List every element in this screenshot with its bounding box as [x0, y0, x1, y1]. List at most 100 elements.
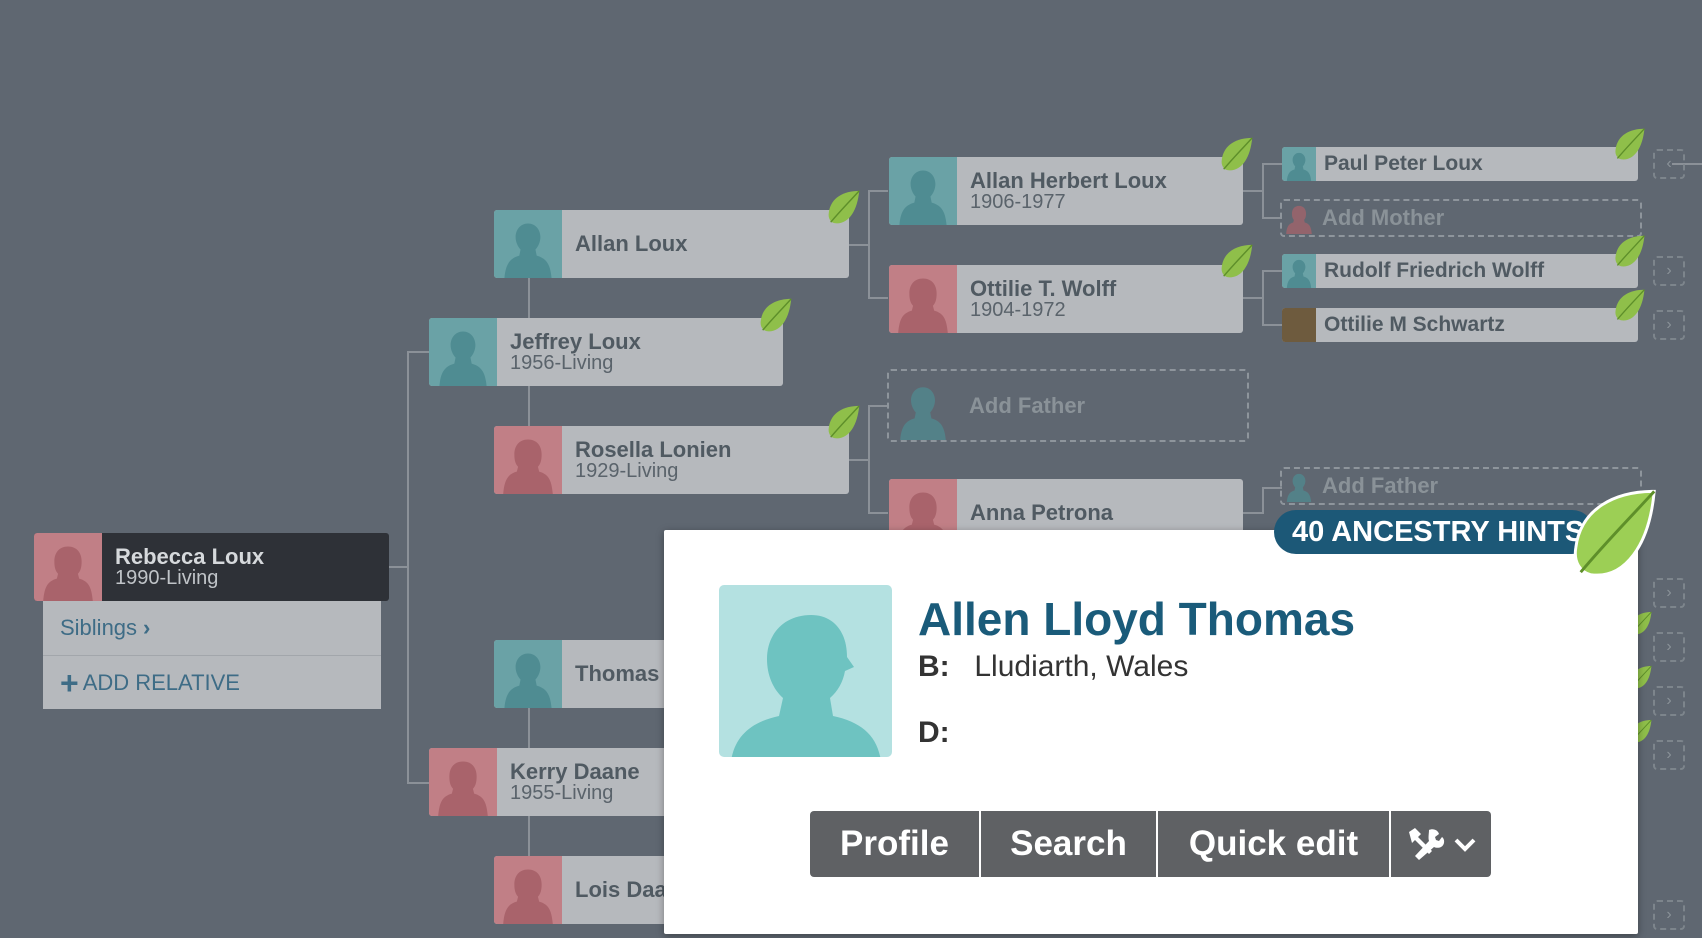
- hint-leaf-icon[interactable]: [825, 403, 863, 441]
- avatar: [34, 533, 102, 601]
- person-card-maternal-grandfather[interactable]: Thomas: [494, 640, 679, 708]
- person-card-great-grandmother[interactable]: Ottilie T. Wolff 1904-1972: [889, 265, 1243, 333]
- death-row: D:: [918, 716, 966, 750]
- tree-connector: [1262, 487, 1264, 514]
- male-silhouette-icon: [896, 163, 950, 225]
- expand-right-button[interactable]: ›: [1653, 740, 1685, 770]
- plus-icon: +: [60, 664, 79, 701]
- expand-right-button[interactable]: ›: [1653, 632, 1685, 662]
- person-name: Ottilie M Schwartz: [1324, 312, 1505, 336]
- person-name[interactable]: Allen Lloyd Thomas: [918, 592, 1355, 646]
- popup-action-bar: Profile Search Quick edit: [810, 811, 1491, 877]
- tree-connector: [849, 459, 869, 461]
- person-card-gen4[interactable]: Paul Peter Loux: [1282, 147, 1638, 181]
- add-mother-button[interactable]: Add Mother: [1280, 199, 1642, 237]
- person-card-gen4[interactable]: Rudolf Friedrich Wolff: [1282, 254, 1638, 288]
- female-silhouette-icon: [436, 754, 490, 816]
- chevron-right-icon: ›: [1666, 638, 1672, 655]
- quick-edit-button[interactable]: Quick edit: [1158, 811, 1391, 877]
- person-name: Allan Herbert Loux: [970, 167, 1167, 193]
- add-father-button[interactable]: Add Father: [887, 369, 1249, 442]
- person-name: Rudolf Friedrich Wolff: [1324, 258, 1545, 282]
- tree-connector: [1243, 512, 1263, 514]
- hint-leaf-icon[interactable]: [1612, 287, 1648, 323]
- ancestry-hints-badge[interactable]: 40 ANCESTRY HINTS: [1274, 510, 1594, 554]
- tree-connector: [1262, 487, 1282, 489]
- avatar: [889, 371, 957, 440]
- tree-connector: [868, 297, 888, 299]
- tree-connector: [528, 816, 530, 856]
- hint-leaf-icon[interactable]: [1612, 233, 1648, 269]
- male-silhouette-icon: [501, 646, 555, 708]
- person-card-focus[interactable]: Rebecca Loux 1990-Living: [34, 533, 389, 601]
- tree-connector: [528, 386, 530, 426]
- person-years: 1906-1977: [970, 191, 1066, 214]
- person-card-gen4[interactable]: Ottilie M Schwartz: [1282, 308, 1638, 342]
- male-silhouette-icon: [898, 380, 948, 440]
- death-label: D:: [918, 716, 950, 749]
- hint-leaf-icon[interactable]: [1612, 126, 1648, 162]
- person-card-paternal-grandfather[interactable]: Allan Loux: [494, 210, 849, 278]
- siblings-label: Siblings: [60, 615, 138, 640]
- tree-connector: [868, 190, 870, 298]
- search-button[interactable]: Search: [981, 811, 1158, 877]
- person-card-paternal-grandmother[interactable]: Rosella Lonien 1929-Living: [494, 426, 849, 494]
- hint-leaf-icon[interactable]: [825, 188, 863, 226]
- tree-connector: [1262, 163, 1282, 165]
- tools-menu-button[interactable]: [1391, 811, 1491, 877]
- female-silhouette-icon: [501, 432, 555, 494]
- hints-count-label: 40 ANCESTRY HINTS: [1292, 515, 1585, 548]
- hint-leaf-icon[interactable]: [1218, 242, 1256, 280]
- tree-connector: [1262, 270, 1282, 272]
- profile-button[interactable]: Profile: [810, 811, 981, 877]
- person-card-great-grandfather[interactable]: Allan Herbert Loux 1906-1977: [889, 157, 1243, 225]
- add-relative-button[interactable]: + ADD RELATIVE: [43, 655, 381, 710]
- tree-connector: [1243, 190, 1263, 192]
- female-silhouette-icon: [501, 862, 555, 924]
- chevron-right-icon: ›: [1666, 692, 1672, 709]
- avatar: [889, 265, 957, 333]
- female-silhouette-icon: [896, 271, 950, 333]
- female-silhouette-icon: [41, 539, 95, 601]
- birth-place: Lludiarth, Wales: [974, 650, 1189, 683]
- siblings-link[interactable]: Siblings ›: [43, 601, 381, 655]
- expand-right-button[interactable]: ›: [1653, 900, 1685, 930]
- person-years: 1904-1972: [970, 299, 1066, 322]
- person-card-father[interactable]: Jeffrey Loux 1956-Living: [429, 318, 783, 386]
- male-silhouette-icon: [1286, 470, 1312, 502]
- tree-connector: [868, 405, 888, 407]
- tree-connector: [407, 351, 409, 783]
- tree-connector: [1262, 270, 1264, 325]
- expand-right-button[interactable]: ›: [1653, 310, 1685, 340]
- tree-connector: [868, 512, 888, 514]
- tree-connector: [1262, 217, 1282, 219]
- avatar: [1282, 147, 1316, 181]
- expand-right-button[interactable]: ›: [1653, 578, 1685, 608]
- chevron-right-icon: ›: [1666, 584, 1672, 601]
- person-action-menu: Siblings › + ADD RELATIVE: [43, 601, 381, 709]
- person-years: 1956-Living: [510, 352, 614, 375]
- male-silhouette-icon: [1285, 149, 1313, 181]
- tools-icon: [1409, 828, 1445, 860]
- hint-leaf-icon[interactable]: [757, 296, 795, 334]
- chevron-down-icon: [1454, 838, 1476, 852]
- expand-left-button[interactable]: ‹: [1653, 149, 1685, 179]
- tree-connector: [868, 190, 888, 192]
- person-card-maternal-grandmother[interactable]: Lois Daa: [494, 856, 679, 924]
- avatar: [1282, 202, 1316, 234]
- expand-right-button[interactable]: ›: [1653, 256, 1685, 286]
- tree-connector: [849, 244, 869, 246]
- add-father-label: Add Father: [969, 392, 1086, 418]
- person-name: Ottilie T. Wolff: [970, 275, 1117, 301]
- tree-connector: [407, 782, 429, 784]
- hint-leaf-icon[interactable]: [1218, 135, 1256, 173]
- person-card-mother[interactable]: Kerry Daane 1955-Living: [429, 748, 679, 816]
- tree-connector: [1262, 163, 1264, 218]
- person-name: Kerry Daane: [510, 758, 640, 784]
- tree-connector: [528, 278, 530, 318]
- expand-right-button[interactable]: ›: [1653, 686, 1685, 716]
- avatar: [494, 426, 562, 494]
- person-name: Allan Loux: [575, 231, 688, 257]
- tree-connector: [528, 708, 530, 748]
- chevron-right-icon: ›: [143, 615, 151, 640]
